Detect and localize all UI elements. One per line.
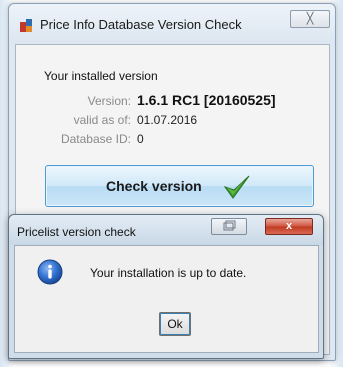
version-value: 1.6.1 RC1 [20160525]: [137, 92, 276, 108]
dialog-close-button[interactable]: x: [265, 218, 313, 235]
check-version-button[interactable]: Check version: [45, 165, 314, 207]
ok-button[interactable]: Ok: [159, 312, 191, 336]
valid-as-of-value: 01.07.2016: [137, 113, 198, 127]
close-icon: ╳: [306, 13, 314, 25]
ok-button-label: Ok: [167, 317, 183, 331]
dialog-titlebar[interactable]: Pricelist version check x: [9, 215, 323, 245]
main-window-titlebar[interactable]: Price Info Database Version Check ╳: [9, 4, 335, 44]
valid-as-of-label: valid as of:: [73, 113, 131, 127]
dialog-message: Your installation is up to date.: [90, 266, 247, 280]
close-icon: x: [285, 220, 293, 232]
app-icon: [20, 19, 32, 32]
database-id-value: 0: [137, 132, 144, 146]
database-id-label: Database ID:: [60, 132, 131, 146]
dialog-title: Pricelist version check: [17, 225, 136, 239]
installed-version-heading: Your installed version: [44, 69, 158, 83]
version-label: Version:: [87, 94, 131, 108]
checkmark-icon: [223, 175, 250, 199]
main-window-close-button[interactable]: ╳: [290, 10, 330, 28]
dialog-content: Your installation is up to date. Ok: [14, 245, 319, 353]
main-window-title: Price Info Database Version Check: [40, 17, 242, 32]
version-check-dialog: Pricelist version check x Your installat…: [8, 214, 324, 359]
dialog-restore-button[interactable]: [211, 218, 247, 235]
check-version-button-label: Check version: [106, 178, 202, 194]
restore-icon: [223, 220, 236, 231]
info-icon: [37, 259, 63, 285]
